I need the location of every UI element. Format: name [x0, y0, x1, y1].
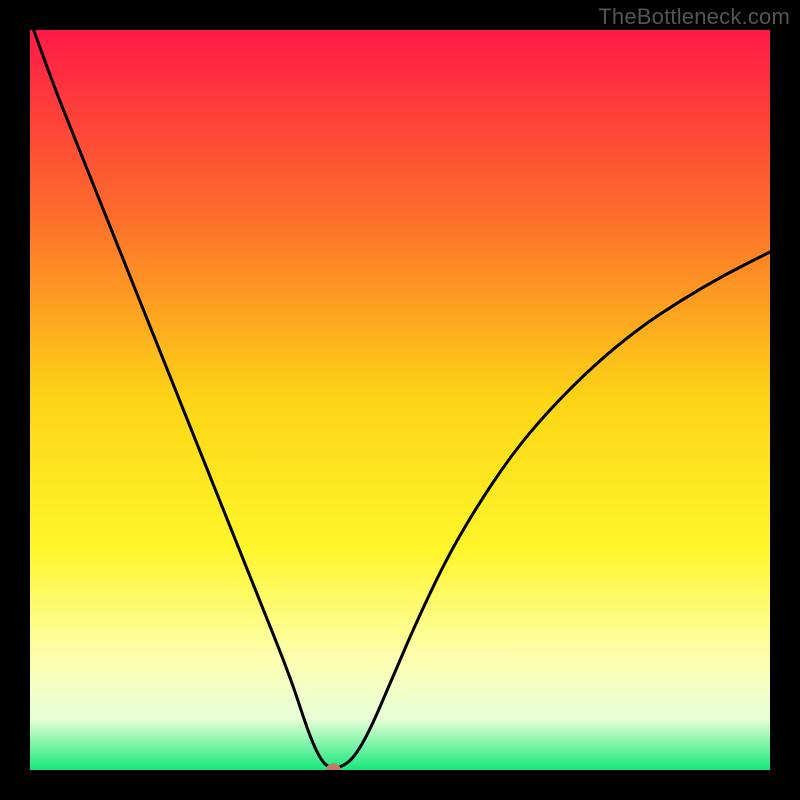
chart-frame: TheBottleneck.com [0, 0, 800, 800]
plot-area [30, 30, 770, 770]
bottleneck-chart [30, 30, 770, 770]
watermark-text: TheBottleneck.com [598, 4, 790, 30]
